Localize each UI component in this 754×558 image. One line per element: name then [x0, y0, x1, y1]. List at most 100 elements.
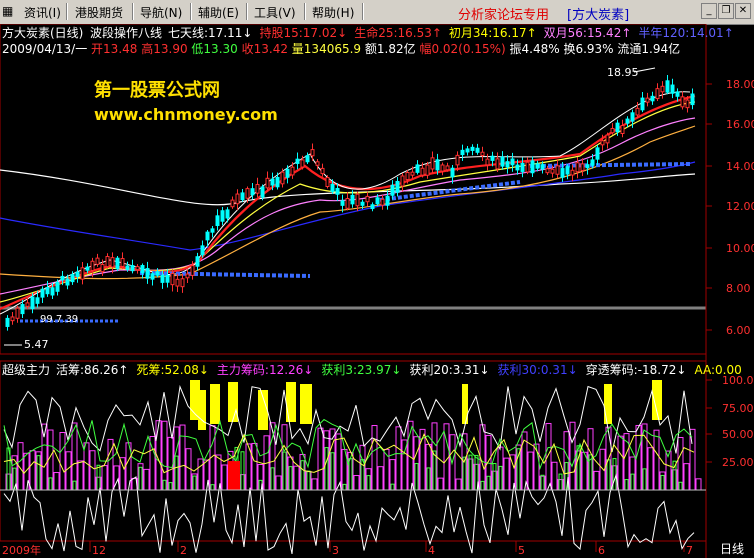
candle-body [325, 177, 330, 187]
indicator-tick-label: 50.00 [722, 428, 754, 441]
month-label: 4 [428, 544, 435, 557]
menu-item-navigate[interactable]: 导航(N) [140, 4, 182, 21]
dead-chips-block [198, 390, 206, 430]
mid-annotation: 99.7.39 [40, 314, 78, 325]
month-label: 6 [598, 544, 605, 557]
price-tick-label: 18.00 [726, 78, 754, 91]
candle-body [30, 296, 35, 310]
candle-body [400, 175, 405, 187]
candle-body [195, 256, 200, 267]
candle-body [625, 118, 630, 124]
candle-body [525, 161, 530, 173]
candle-body [175, 278, 180, 287]
dead-chips-block [604, 384, 612, 424]
candle-body [280, 171, 285, 185]
candle-body [595, 147, 600, 160]
candle-body [35, 297, 40, 304]
candle-body [665, 80, 670, 93]
candle-body [45, 287, 50, 295]
price-tick-label: 10.00 [726, 242, 754, 255]
candle-body [395, 180, 400, 193]
candle-body [655, 88, 660, 100]
candle-body [115, 257, 120, 270]
candle-body [5, 317, 10, 327]
candle-body [200, 245, 205, 256]
candle-body [340, 200, 345, 206]
readout-item: 死筹:52.08↓ [136, 363, 209, 377]
menu-item-help[interactable]: 帮助(H) [312, 4, 354, 21]
quote-amplitude: 振4.48% [509, 42, 560, 56]
candle-body [535, 163, 540, 169]
candle-body [425, 164, 430, 176]
candle-body [40, 288, 45, 298]
menu-item-info[interactable]: 资讯(I) [24, 4, 61, 21]
quote-low: 低13.30 [191, 42, 238, 56]
high-annotation: 18.95 [607, 66, 639, 79]
candle-body [445, 165, 450, 171]
menu-item-tools[interactable]: 工具(V) [254, 4, 296, 21]
forum-label: 分析家论坛专用 [458, 8, 550, 23]
app-menu-icon[interactable]: ▦ [2, 4, 13, 18]
candle-body [490, 155, 495, 161]
candle-body [90, 260, 95, 271]
candle-body [635, 107, 640, 116]
candle-body [605, 134, 610, 144]
candle-body [180, 278, 185, 288]
readout-item: 半年120:14.01↑ [638, 26, 734, 40]
chart-area: 18.0016.0014.0012.0010.008.006.00 100.07… [0, 24, 754, 558]
candle-body [435, 159, 440, 171]
candle-body [10, 316, 15, 322]
candle-body [610, 127, 615, 134]
candle-body [555, 165, 560, 175]
candle-body [205, 231, 210, 241]
candle-body [415, 164, 420, 173]
restore-icon[interactable]: ❐ [718, 3, 734, 19]
candle-body [515, 164, 520, 171]
candle-body [345, 198, 350, 209]
period-label[interactable]: 日线 [720, 542, 744, 556]
candle-body [310, 149, 315, 157]
minimize-icon[interactable]: _ [701, 3, 717, 19]
candle-body [370, 204, 375, 210]
candle-body [335, 187, 340, 195]
candle-body [365, 195, 370, 203]
menu-separator [132, 3, 134, 20]
candle-body [420, 167, 425, 176]
stock-title: 方大炭素(日线) [2, 26, 84, 40]
menu-item-assist[interactable]: 辅助(E) [198, 4, 239, 21]
candle-body [390, 184, 395, 196]
stock-label[interactable]: [方大炭素] [567, 4, 629, 23]
candle-body [560, 168, 565, 178]
price-tick-label: 14.00 [726, 160, 754, 173]
candle-body [150, 273, 155, 280]
candle-body [85, 266, 90, 271]
menu-item-hk-futures[interactable]: 港股期货 [75, 4, 123, 21]
candle-body [440, 164, 445, 172]
candle-body [580, 163, 585, 171]
candle-body [80, 267, 85, 280]
candle-body [590, 159, 595, 166]
low-annotation: 5.47 [24, 338, 49, 351]
candle-body [660, 85, 665, 93]
candle-body [70, 274, 75, 283]
close-icon[interactable]: ✕ [735, 3, 751, 19]
candle-body [355, 193, 360, 207]
menu-bar: ▦ 资讯(I) 港股期货 导航(N) 辅助(E) 工具(V) 帮助(H) 分析家… [0, 0, 754, 25]
month-label: 5 [518, 544, 525, 557]
readout-item: 获利3:23.97↓ [321, 363, 402, 377]
candle-body [165, 274, 170, 283]
candle-body [670, 84, 675, 94]
candle-body [505, 161, 510, 168]
candle-body [125, 265, 130, 270]
candle-body [620, 125, 625, 135]
candle-body [480, 151, 485, 156]
candle-body [240, 192, 245, 201]
candle-body [170, 273, 175, 286]
candle-body [570, 169, 575, 176]
menu-separator [304, 3, 306, 20]
quote-high: 高13.90 [141, 42, 188, 56]
candle-body [260, 186, 265, 198]
candle-body [550, 168, 555, 174]
candle-body [585, 164, 590, 169]
candle-body [190, 265, 195, 276]
